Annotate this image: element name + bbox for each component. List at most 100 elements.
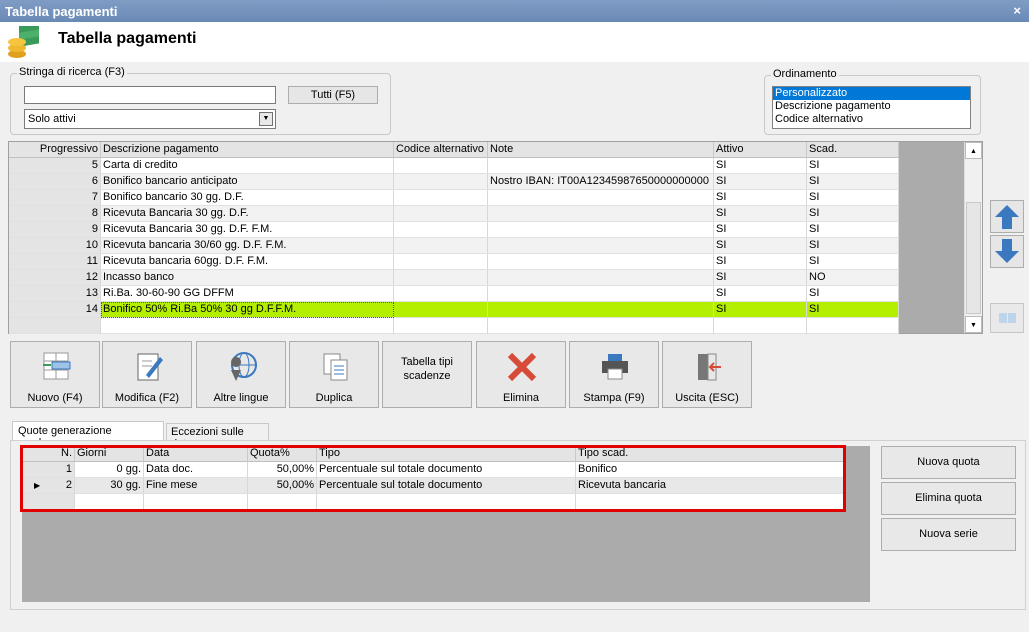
table-row[interactable]: 12 Incasso banco SI NO	[9, 270, 899, 286]
toolbar-button-label: Uscita (ESC)	[675, 392, 739, 404]
table-row[interactable]: 9 Ricevuta Bancaria 30 gg. D.F. F.M. SI SI	[9, 222, 899, 238]
grid-cell: Ricevuta Bancaria 30 gg. D.F.	[101, 206, 394, 222]
tab-quote[interactable]: Quote generazione scadenze	[12, 421, 164, 449]
grid-cell: Bonifico bancario 30 gg. D.F.	[101, 190, 394, 206]
tab-eccezioni[interactable]: Eccezioni sulle date	[166, 423, 269, 450]
vertical-scrollbar[interactable]: ▲ ▼	[964, 142, 982, 333]
grid-cell: SI	[807, 302, 899, 318]
toolbar-button-label: Elimina	[502, 392, 540, 404]
column-header[interactable]: Progressivo	[9, 142, 101, 158]
grid-cell: 14	[9, 302, 101, 318]
column-header[interactable]: Descrizione pagamento	[101, 142, 394, 158]
toolbar-button-1[interactable]: Modifica (F2)	[102, 341, 192, 408]
grid-cell: SI	[807, 190, 899, 206]
search-label: Stringa di ricerca (F3)	[17, 66, 127, 78]
column-header[interactable]: Codice alternativo	[394, 142, 488, 158]
grid-cell	[488, 270, 714, 286]
toolbar-button-3[interactable]: Duplica	[289, 341, 379, 408]
grid-cell	[101, 318, 394, 334]
ordering-option[interactable]: Descrizione pagamento	[773, 100, 970, 113]
scroll-up-button[interactable]: ▲	[965, 142, 982, 159]
grid-cell	[488, 318, 714, 334]
table-row[interactable]: 10 Ricevuta bancaria 30/60 gg. D.F. F.M. S…	[9, 238, 899, 254]
header: Tabella pagamenti	[0, 22, 1029, 62]
ordering-option[interactable]: Codice alternativo	[773, 113, 970, 126]
grid-cell: 9	[9, 222, 101, 238]
grid-cell: SI	[807, 254, 899, 270]
new-series-button[interactable]: Nuova serie	[881, 518, 1016, 551]
column-header[interactable]: Note	[488, 142, 714, 158]
grid-cell	[488, 302, 714, 318]
move-down-button[interactable]	[990, 235, 1024, 268]
delete-quota-button[interactable]: Elimina quota	[881, 482, 1016, 515]
grid-cell	[394, 222, 488, 238]
grid-cell: SI	[714, 190, 807, 206]
grid-header: Progressivo Descrizione pagamento Codice a…	[9, 142, 899, 158]
arrow-down-icon	[995, 239, 1019, 263]
all-button[interactable]: Tutti (F5)	[288, 86, 378, 104]
toolbar-button-0[interactable]: Nuovo (F4)	[10, 341, 100, 408]
grid-cell	[394, 318, 488, 334]
filter-value: Solo attivi	[28, 113, 76, 125]
grid-cell: 11	[9, 254, 101, 270]
filter-select[interactable]: Solo attivi ▼	[24, 109, 276, 129]
table-row[interactable]: 8 Ricevuta Bancaria 30 gg. D.F. SI SI	[9, 206, 899, 222]
grid-cell	[394, 254, 488, 270]
toolbar-button-4[interactable]: Tabella tipi scadenze	[382, 341, 472, 408]
highlight-box	[20, 445, 846, 512]
toolbar-button-label: Stampa (F9)	[583, 392, 645, 404]
grid-cell: 8	[9, 206, 101, 222]
grid-cell	[394, 270, 488, 286]
swap-button[interactable]	[990, 303, 1024, 333]
grid-cell: 6	[9, 174, 101, 190]
delete-x-icon	[507, 352, 537, 382]
column-header[interactable]: Attivo	[714, 142, 807, 158]
table-row[interactable]: 11 Ricevuta bancaria 60gg. D.F. F.M. SI SI	[9, 254, 899, 270]
grid-cell: Bonifico bancario anticipato	[101, 174, 394, 190]
grid-cell: Ricevuta Bancaria 30 gg. D.F. F.M.	[101, 222, 394, 238]
grid-cell: SI	[807, 174, 899, 190]
new-record-icon	[43, 352, 71, 380]
column-header[interactable]: Scad.	[807, 142, 899, 158]
grid-cell: SI	[714, 222, 807, 238]
grid-cell	[488, 158, 714, 174]
toolbar-button-6[interactable]: Stampa (F9)	[569, 341, 659, 408]
search-input[interactable]	[24, 86, 276, 104]
scroll-thumb[interactable]	[966, 202, 981, 314]
window-title: Tabella pagamenti	[5, 4, 118, 19]
table-row[interactable]: 14 Bonifico 50% Ri.Ba 50% 30 gg D.F.F.M. S…	[9, 302, 899, 318]
table-row-empty[interactable]	[9, 318, 899, 334]
chevron-down-icon[interactable]: ▼	[259, 112, 273, 126]
grid-cell: SI	[807, 158, 899, 174]
ordering-list[interactable]: Personalizzato Descrizione pagamento Cod…	[772, 86, 971, 129]
scroll-down-button[interactable]: ▼	[965, 316, 982, 333]
close-button[interactable]: ×	[1013, 3, 1021, 18]
printer-icon	[602, 354, 628, 380]
table-row[interactable]: 7 Bonifico bancario 30 gg. D.F. SI SI	[9, 190, 899, 206]
table-row[interactable]: 13 Ri.Ba. 30-60-90 GG DFFM SI SI	[9, 286, 899, 302]
toolbar-button-7[interactable]: Uscita (ESC)	[662, 341, 752, 408]
toolbar-button-5[interactable]: Elimina	[476, 341, 566, 408]
grid-cell: SI	[714, 270, 807, 286]
grid-cell	[394, 158, 488, 174]
ordering-option[interactable]: Personalizzato	[773, 87, 970, 100]
toolbar-button-label: Nuovo (F4)	[27, 392, 83, 404]
toolbar-button-2[interactable]: Altre lingue	[196, 341, 286, 408]
ordering-label: Ordinamento	[771, 68, 839, 80]
toolbar-button-label: Tabella tipi scadenze	[401, 356, 453, 382]
grid-cell	[394, 190, 488, 206]
grid-cell: Nostro IBAN: IT00A12345987650000000000	[488, 174, 714, 190]
coins-money-icon	[8, 26, 39, 58]
toolbar-button-label: Modifica (F2)	[114, 392, 180, 404]
grid-cell: SI	[714, 158, 807, 174]
grid-cell: SI	[714, 206, 807, 222]
table-row[interactable]: 6 Bonifico bancario anticipato Nostro IBAN…	[9, 174, 899, 190]
table-row[interactable]: 5 Carta di credito SI SI	[9, 158, 899, 174]
grid-cell: Incasso banco	[101, 270, 394, 286]
move-up-button[interactable]	[990, 200, 1024, 233]
grid-cell: SI	[714, 238, 807, 254]
grid-cell	[488, 254, 714, 270]
swap-icon	[999, 313, 1016, 323]
new-quota-button[interactable]: Nuova quota	[881, 446, 1016, 479]
grid-cell: SI	[714, 302, 807, 318]
